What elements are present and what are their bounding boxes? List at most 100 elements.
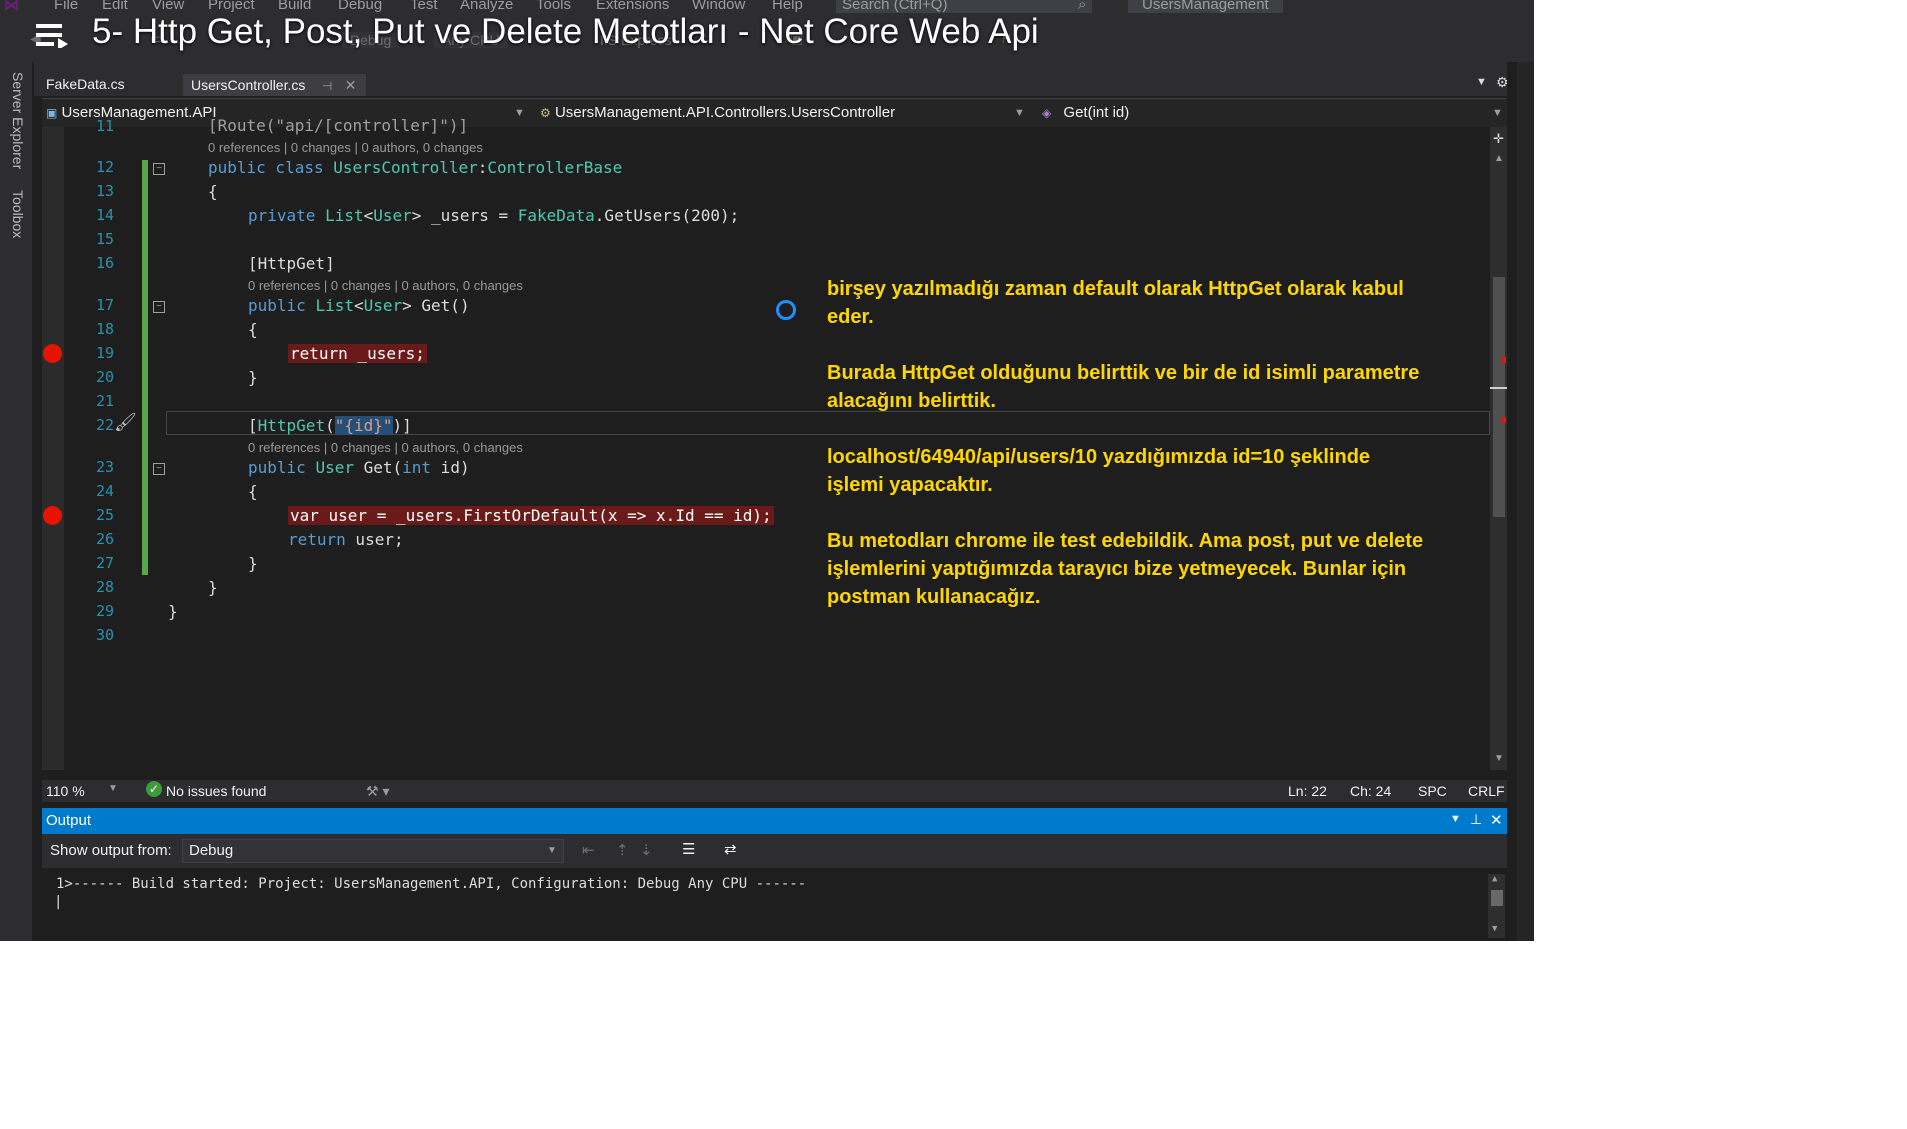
note-paragraph: Bu metodları chrome ile test edebildik. … <box>827 530 1424 608</box>
output-scrollbar[interactable]: ▲ ▼ <box>1488 874 1505 938</box>
toolbox-tab[interactable]: Toolbox <box>10 190 26 238</box>
split-icon[interactable]: ✛ <box>1493 131 1504 147</box>
pin-icon[interactable]: ⊥ <box>1470 811 1482 828</box>
document-tabs: FakeData.cs UsersController.cs ⊣ ✕ ▼ ⚙ <box>34 62 1509 96</box>
line-number: 27 <box>95 554 114 572</box>
solution-title: UsersManagement <box>1128 0 1283 13</box>
chevron-down-icon[interactable]: ▼ <box>108 783 118 794</box>
scroll-thumb[interactable] <box>1493 277 1505 517</box>
scroll-down-icon[interactable]: ▼ <box>1494 753 1504 764</box>
collapse-icon[interactable]: − <box>153 301 165 313</box>
show-output-label: Show output from: <box>50 842 172 859</box>
breakpoint-code-line: var user = _users.FirstOrDefault(x => x.… <box>288 506 774 525</box>
breakpoint-code-line: return _users; <box>288 344 427 363</box>
column-indicator: Ch: 24 <box>1350 783 1392 799</box>
breakpoint-marker <box>1502 357 1506 363</box>
breakpoint-marker <box>1502 417 1506 423</box>
editor-scrollbar[interactable]: ✛ ▲ ▼ <box>1490 127 1507 770</box>
line-number: 29 <box>95 602 114 620</box>
side-tool-strip: Server Explorer Toolbox <box>0 62 32 941</box>
code-line: return user; <box>288 530 404 549</box>
line-number: 14 <box>95 206 114 224</box>
collapse-icon[interactable]: − <box>153 463 165 475</box>
class-name: UsersManagement.API.Controllers.UsersCon… <box>554 104 896 121</box>
line-number: 30 <box>95 626 114 644</box>
chevron-down-icon[interactable]: ▼ <box>1450 813 1461 825</box>
hamburger-icon[interactable] <box>36 22 68 53</box>
tab-overflow-icon[interactable]: ▼ <box>1476 76 1487 88</box>
code-line: } <box>248 368 258 387</box>
member-name: Get(int id) <box>1063 104 1130 121</box>
code-line: [Route("api/[controller]")] <box>208 116 469 135</box>
output-caret: | <box>54 894 63 910</box>
check-icon: ✓ <box>146 781 162 797</box>
line-number: 13 <box>95 182 114 200</box>
line-number: 11 <box>95 117 114 135</box>
line-number: 26 <box>95 530 114 548</box>
tab-fakedata[interactable]: FakeData.cs <box>46 76 125 92</box>
next-message-icon[interactable]: ⇣ <box>640 841 653 859</box>
class-icon: ⚙ <box>540 106 551 120</box>
clear-all-icon[interactable]: ☰ <box>682 840 695 858</box>
line-number: 12 <box>95 158 114 176</box>
paintbrush-icon[interactable]: 🖌 <box>114 412 137 433</box>
whitespace-indicator[interactable]: SPC <box>1418 783 1447 799</box>
close-icon[interactable]: ✕ <box>345 77 357 93</box>
breakpoint-icon[interactable] <box>43 344 62 363</box>
code-line: { <box>248 320 258 339</box>
line-number: 20 <box>95 368 114 386</box>
zoom-dropdown[interactable]: 110 % <box>46 783 85 799</box>
previous-message-icon[interactable]: ⇡ <box>616 841 629 859</box>
scroll-up-icon[interactable]: ▲ <box>1492 874 1497 884</box>
output-toolbar: Show output from: Debug ▼ ⇤ ⇡ ⇣ ☰ ⇄ <box>42 834 1507 868</box>
go-to-message-icon[interactable]: ⇤ <box>582 841 595 859</box>
line-number: 16 <box>95 254 114 272</box>
output-line: 1>------ Build started: Project: UsersMa… <box>56 876 807 892</box>
code-line: } <box>208 578 218 597</box>
solution-explorer-edge <box>1517 62 1534 941</box>
gear-icon[interactable]: ⚙ <box>1496 74 1509 91</box>
code-line: } <box>248 554 258 573</box>
annotation-note: birşey yazılmadığı zaman default olarak … <box>827 275 1427 639</box>
video-title: 5- Http Get, Post, Put ve Delete Metotla… <box>92 12 1039 51</box>
codelens[interactable]: 0 references | 0 changes | 0 authors, 0 … <box>248 440 523 455</box>
close-icon[interactable]: ✕ <box>1490 811 1503 829</box>
scroll-thumb[interactable] <box>1491 890 1503 906</box>
class-dropdown[interactable]: ⚙ UsersManagement.API.Controllers.UsersC… <box>540 103 1030 123</box>
line-ending-indicator[interactable]: CRLF <box>1468 783 1505 799</box>
tab-userscontroller[interactable]: UsersController.cs ⊣ ✕ <box>183 74 367 96</box>
chevron-down-icon: ▼ <box>514 107 525 119</box>
output-source: Debug <box>189 842 234 859</box>
breakpoint-icon[interactable] <box>43 506 62 525</box>
editor-status-bar: 110 % ▼ ✓ No issues found ⚒ ▾ Ln: 22 Ch:… <box>42 780 1507 802</box>
cleanup-icon[interactable]: ⚒ ▾ <box>366 783 389 800</box>
code-line: { <box>208 182 218 201</box>
word-wrap-icon[interactable]: ⇄ <box>724 840 737 858</box>
code-line: public List<User> Get() <box>248 296 470 315</box>
menu-file[interactable]: File <box>54 0 78 13</box>
code-line: { <box>248 482 258 501</box>
line-number: 24 <box>95 482 114 500</box>
server-explorer-tab[interactable]: Server Explorer <box>10 72 26 169</box>
codelens[interactable]: 0 references | 0 changes | 0 authors, 0 … <box>208 140 483 155</box>
issues-status[interactable]: No issues found <box>166 783 266 799</box>
line-number: 19 <box>95 344 114 362</box>
line-number: 15 <box>95 230 114 248</box>
output-title: Output <box>46 812 92 829</box>
code-line: private List<User> _users = FakeData.Get… <box>248 206 740 225</box>
chevron-down-icon: ▼ <box>1014 107 1025 119</box>
output-source-dropdown[interactable]: Debug ▼ <box>182 839 564 863</box>
output-text[interactable]: 1>------ Build started: Project: UsersMa… <box>42 868 1507 941</box>
chevron-down-icon: ▼ <box>547 845 557 856</box>
codelens[interactable]: 0 references | 0 changes | 0 authors, 0 … <box>248 278 523 293</box>
scroll-down-icon[interactable]: ▼ <box>1492 924 1497 934</box>
tab-label: UsersController.cs <box>191 77 306 93</box>
code-line: } <box>168 602 178 621</box>
vs-window: ⋈ File Edit View Project Build Debug Tes… <box>0 0 1534 941</box>
member-dropdown[interactable]: ◈ Get(int id) ▼ <box>1042 103 1503 123</box>
scroll-up-icon[interactable]: ▲ <box>1494 153 1504 164</box>
breakpoint-margin[interactable] <box>42 127 64 770</box>
pin-icon[interactable]: ⊣ <box>322 79 332 93</box>
collapse-icon[interactable]: − <box>153 163 165 175</box>
line-number: 28 <box>95 578 114 596</box>
